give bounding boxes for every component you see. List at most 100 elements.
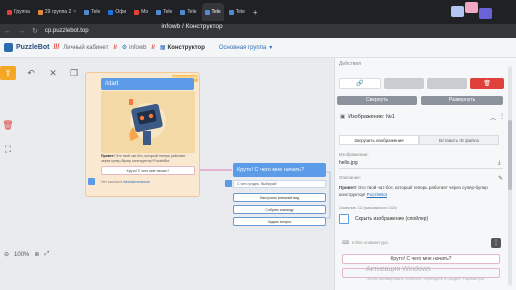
breadcrumb-bot[interactable]: infowb — [129, 45, 146, 51]
browser-tab[interactable]: Мо — [131, 3, 151, 21]
action-button[interactable] — [384, 78, 424, 89]
footer-link[interactable]: Автоматическое — [123, 180, 149, 184]
upload-tool-icon[interactable]: ⇪ — [0, 66, 16, 80]
block-title[interactable]: /start — [101, 78, 194, 90]
section-label: Изображение: №1 — [348, 114, 395, 120]
tab-favicon-icon — [108, 9, 114, 15]
block-footer: Нет ссылок в Автоматическое — [101, 180, 195, 184]
edit-icon[interactable]: ✎ — [498, 175, 503, 182]
undo-icon[interactable]: ↶ — [23, 66, 39, 80]
zoom-out-icon[interactable]: ⊖ — [4, 251, 9, 258]
collapse-button[interactable]: Свернуть — [337, 96, 417, 105]
description-field[interactable]: Привет! Это твой чат-бот, который теперь… — [339, 185, 502, 198]
spoiler-label: Скрыть изображение (спойлер) — [355, 216, 429, 222]
tab-label: Tele — [187, 9, 197, 15]
image-section-icon: ▣ — [340, 114, 346, 120]
spoiler-checkbox[interactable] — [339, 214, 349, 224]
frame-icon[interactable]: ⛶ — [0, 142, 16, 156]
breadcrumb-separator: // — [113, 44, 117, 51]
zoom-level: 100% — [14, 251, 30, 258]
more-icon[interactable]: ⋮ — [491, 238, 501, 248]
tab-label: 29 группа 2 — [44, 9, 72, 15]
answer-button-appearance[interactable]: Настроить внешний вид — [233, 193, 326, 202]
trash-icon[interactable]: 🗑 — [0, 118, 16, 132]
answer-block-title[interactable]: Круто! С чего мне начать? — [233, 163, 326, 177]
block-text-bold: Привет! — [101, 154, 115, 158]
breadcrumb-cabinet[interactable]: Личный кабинет — [63, 45, 108, 51]
delete-icon[interactable]: 🗑 — [470, 78, 504, 89]
block-pin-icon — [88, 178, 95, 185]
tab-file-id[interactable]: Вставить ID файла — [419, 135, 499, 145]
tab-label: Tele — [163, 9, 173, 15]
tab-favicon-icon — [228, 9, 234, 15]
windows-activation-hint: Чтобы активировать Windows, перейдите в … — [366, 276, 487, 281]
answer-button-team[interactable]: Собрать команду — [233, 205, 326, 214]
expand-button[interactable]: Развернуть — [421, 96, 503, 105]
breadcrumb-constructor[interactable]: Конструктор — [168, 45, 205, 51]
url-field[interactable]: cp.puzzlebot.top — [45, 28, 89, 34]
download-icon[interactable]: ⤓ — [498, 160, 501, 167]
breadcrumb-separator: // — [151, 44, 155, 51]
tab-favicon-icon — [84, 9, 90, 15]
close-icon[interactable]: ✕ — [45, 66, 61, 80]
image-filename[interactable]: hello.jpg — [339, 160, 358, 166]
browser-tab[interactable]: Tele — [177, 3, 199, 21]
logo-separator: /// — [53, 44, 60, 51]
symbols-counter: Символов: 112 (максимально 1024) — [339, 206, 397, 210]
block-inline-button[interactable]: Круто! С чего мне начать? — [101, 166, 195, 175]
answer-button-question[interactable]: Задать вопрос — [233, 217, 326, 226]
keyboard-button[interactable]: Круто! С чего мне начать? — [342, 254, 500, 264]
mascot-illustration — [101, 91, 195, 153]
browser-tab[interactable]: 29 группа 2 × — [35, 3, 79, 21]
tab-favicon-icon — [134, 9, 140, 15]
description-link[interactable]: PuzzleBot — [367, 192, 387, 197]
browser-tab[interactable]: Tele — [153, 3, 175, 21]
window-tile-decoration — [451, 6, 464, 17]
browser-tab-active[interactable]: Tele — [201, 3, 224, 21]
tab-favicon-icon — [7, 9, 12, 15]
tab-label: Tele — [235, 9, 245, 15]
more-icon[interactable]: ⋮ — [499, 113, 505, 120]
footer-prefix: Нет ссылок в — [101, 180, 123, 184]
address-bar: ← → ↻ cp.puzzlebot.top — [0, 24, 516, 38]
image-section-title[interactable]: ▣ Изображение: №1 — [340, 114, 395, 120]
browser-tab[interactable]: Tele — [81, 3, 103, 21]
windows-activation-watermark: Активация Windows — [366, 266, 431, 273]
browser-tab[interactable]: Tele — [226, 3, 248, 21]
chevron-up-icon[interactable]: ︿ — [490, 113, 496, 122]
panel-scrollbar-thumb[interactable] — [508, 120, 512, 190]
block-image — [101, 91, 195, 153]
description-label: Описание: — [339, 175, 361, 180]
divider — [339, 168, 503, 169]
fullscreen-icon[interactable]: ⤢ — [44, 251, 49, 258]
chevron-down-icon[interactable]: ▾ — [269, 44, 272, 51]
browser-tab-bar: Группа 29 группа 2 × Tele Офи Мо Tele Tel… — [0, 0, 516, 24]
new-tab-button[interactable]: + — [250, 8, 261, 17]
tab-favicon-icon — [37, 9, 43, 15]
description-bold: Привет! — [339, 185, 357, 190]
browser-tab[interactable]: Группа — [4, 3, 33, 21]
keyboard-icon: ⌨ — [342, 240, 350, 246]
forward-icon[interactable]: → — [18, 28, 25, 35]
tab-label: Офи — [115, 9, 127, 15]
app-header: PuzzleBot /// Личный кабинет // ⚙ infowb… — [0, 38, 516, 58]
constructor-icon: ▦ — [159, 45, 166, 51]
tab-favicon-icon — [180, 9, 186, 15]
puzzlebot-logo-icon — [4, 43, 13, 52]
back-icon[interactable]: ← — [4, 28, 11, 35]
window-tile-decoration — [465, 2, 478, 13]
link-icon[interactable]: 🔗 — [339, 78, 381, 89]
zoom-in-icon[interactable]: ⊕ — [34, 251, 39, 258]
zoom-controls: ⊖ 100% ⊕ ⤢ — [4, 251, 49, 258]
tab-label: Tele — [91, 9, 101, 15]
keyboard-title: Inline клавиатура — [352, 240, 388, 245]
tab-favicon-icon — [156, 9, 162, 15]
answer-block-text: С чего угодно. Выбирай! — [233, 180, 326, 188]
tab-upload-image[interactable]: Загрузить изображение — [339, 135, 419, 145]
action-button[interactable] — [427, 78, 467, 89]
browser-tab[interactable]: Офи — [105, 3, 129, 21]
group-selector[interactable]: Основная группа — [219, 45, 266, 51]
reload-icon[interactable]: ↻ — [32, 27, 38, 35]
image-source-tabs: Загрузить изображение Вставить ID файла — [339, 135, 499, 145]
close-icon[interactable]: × — [73, 9, 76, 15]
